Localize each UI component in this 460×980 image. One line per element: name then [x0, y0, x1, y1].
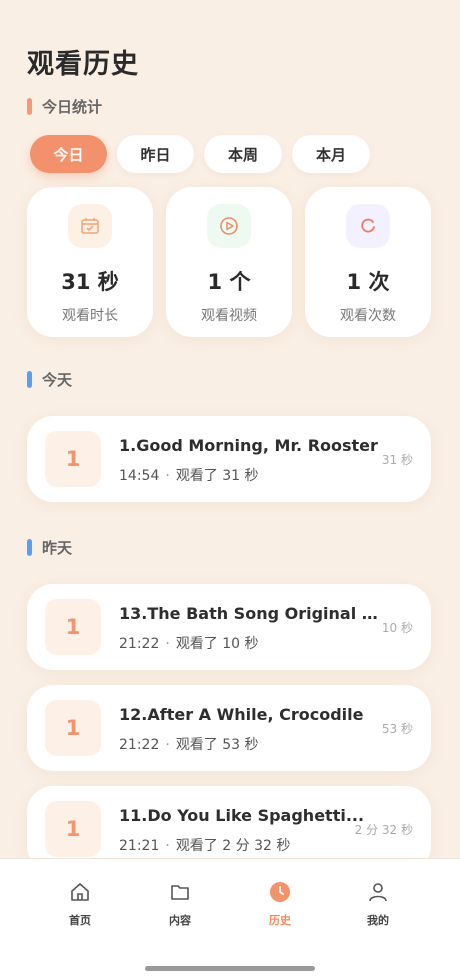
stat-value: 1 次: [346, 270, 390, 294]
tab-yesterday[interactable]: 昨日: [117, 135, 194, 173]
meta-separator: ·: [165, 468, 170, 484]
yesterday-section-title: 昨天: [42, 539, 73, 557]
stat-label: 观看视频: [201, 308, 257, 324]
stat-card-count: 1 次 观看次数: [305, 187, 431, 337]
user-icon: [365, 879, 391, 905]
video-title: 1.Good Morning, Mr. Rooster: [119, 436, 378, 455]
period-tabs: 今日 昨日 本周 本月: [30, 135, 370, 173]
item-meta: 21:22 · 观看了 10 秒: [119, 633, 259, 653]
nav-item-profile[interactable]: 我的: [343, 879, 413, 928]
watch-time: 21:22: [119, 737, 160, 753]
today-section-title: 今天: [42, 371, 73, 389]
tab-today[interactable]: 今日: [30, 135, 107, 173]
duration: 10 秒: [381, 621, 413, 635]
stat-value: 1 个: [207, 270, 251, 294]
home-indicator: [145, 966, 315, 971]
history-item[interactable]: 1 13.The Bath Song Original K... 21:22 · 观…: [27, 584, 431, 670]
stat-label: 观看时长: [62, 308, 118, 324]
watched-amount: 观看了 31 秒: [175, 468, 259, 484]
nav-item-home[interactable]: 首页: [45, 879, 115, 928]
watched-amount: 观看了 53 秒: [175, 737, 259, 753]
meta-separator: ·: [165, 838, 170, 854]
stats-cards: 31 秒 观看时长 1 个 观看视频 1 次 观看次数: [27, 187, 431, 337]
today-section-label: 今天: [27, 369, 72, 390]
nav-label: 历史: [269, 914, 291, 927]
watch-time: 21:21: [119, 838, 160, 854]
stat-card-videos: 1 个 观看视频: [166, 187, 292, 337]
stat-value: 31 秒: [61, 270, 119, 294]
item-meta: 14:54 · 观看了 31 秒: [119, 465, 259, 485]
video-thumbnail: 1: [45, 700, 101, 756]
calendar-icon: [68, 204, 112, 248]
video-title: 13.The Bath Song Original K...: [119, 604, 381, 623]
meta-separator: ·: [165, 636, 170, 652]
duration: 53 秒: [381, 722, 413, 736]
play-circle-icon: [207, 204, 251, 248]
video-title: 11.Do You Like Spaghetti...: [119, 806, 365, 825]
video-thumbnail: 1: [45, 801, 101, 857]
watched-amount: 观看了 10 秒: [175, 636, 259, 652]
video-thumbnail: 1: [45, 431, 101, 487]
watch-time: 21:22: [119, 636, 160, 652]
nav-item-content[interactable]: 内容: [145, 879, 215, 928]
watched-amount: 观看了 2 分 32 秒: [175, 838, 291, 854]
stat-label: 观看次数: [340, 308, 396, 324]
folder-icon: [167, 879, 193, 905]
meta-separator: ·: [165, 737, 170, 753]
nav-label: 内容: [169, 914, 191, 927]
page-title: 观看历史: [27, 49, 139, 80]
nav-label: 首页: [69, 914, 91, 927]
nav-item-history[interactable]: 历史: [245, 879, 315, 928]
duration: 2 分 32 秒: [354, 823, 413, 837]
video-title: 12.After A While, Crocodile: [119, 705, 364, 724]
home-icon: [67, 879, 93, 905]
tab-this-week[interactable]: 本周: [204, 135, 282, 173]
history-item[interactable]: 1 12.After A While, Crocodile 21:22 · 观看了 …: [27, 685, 431, 771]
stats-section-label: 今日统计: [27, 96, 102, 117]
section-marker: [27, 371, 32, 388]
refresh-icon: [346, 204, 390, 248]
tab-this-month[interactable]: 本月: [292, 135, 370, 173]
item-meta: 21:21 · 观看了 2 分 32 秒: [119, 835, 290, 855]
history-item[interactable]: 1 1.Good Morning, Mr. Rooster 14:54 · 观看了 …: [27, 416, 431, 502]
watch-time: 14:54: [119, 468, 160, 484]
duration: 31 秒: [381, 453, 413, 467]
stats-section-title: 今日统计: [42, 98, 103, 116]
stat-card-watch-time: 31 秒 观看时长: [27, 187, 153, 337]
section-marker: [27, 98, 32, 115]
yesterday-section-label: 昨天: [27, 537, 72, 558]
video-thumbnail: 1: [45, 599, 101, 655]
item-meta: 21:22 · 观看了 53 秒: [119, 734, 259, 754]
bottom-nav: 首页 内容 历史 我的: [0, 858, 460, 980]
section-marker: [27, 539, 32, 556]
clock-icon: [267, 879, 293, 905]
nav-label: 我的: [367, 914, 389, 927]
